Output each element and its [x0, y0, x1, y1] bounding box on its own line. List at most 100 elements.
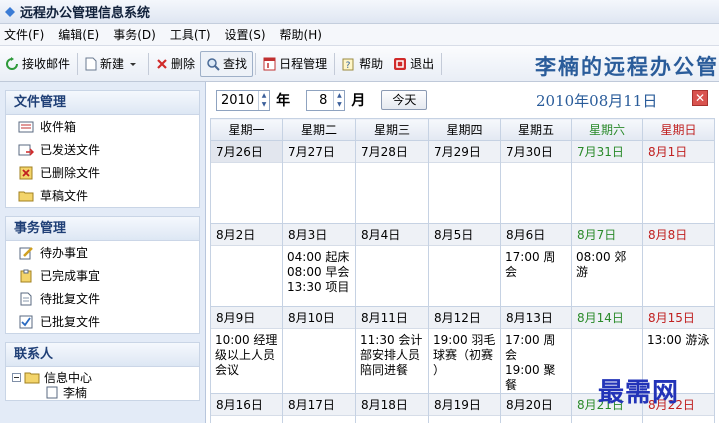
folder-icon: [24, 372, 40, 384]
month-stepper-arrows[interactable]: ▲ ▼: [333, 90, 344, 110]
sidebar-item-completed[interactable]: 已完成事宜: [6, 264, 199, 287]
sidebar-item-label: 已批复文件: [40, 315, 101, 329]
day-cell[interactable]: 7月30日: [500, 140, 572, 224]
year-value[interactable]: 2010: [217, 93, 258, 108]
checked-document-icon: [19, 315, 33, 328]
day-cell[interactable]: 8月3日 04:00 起床 08:00 早会 13:30 项目: [282, 223, 356, 307]
event-text[interactable]: 17:00 周会: [505, 250, 567, 280]
exit-button[interactable]: 退出: [388, 51, 439, 77]
day-cell[interactable]: 8月8日: [642, 223, 715, 307]
day-cell[interactable]: 8月13日 17:00 周会 19:00 聚餐: [500, 306, 572, 394]
contacts-title[interactable]: 联系人: [6, 343, 199, 367]
day-cell[interactable]: 7月28日: [355, 140, 429, 224]
year-stepper[interactable]: 2010 ▲ ▼: [216, 89, 271, 111]
event-text[interactable]: 08:00 早会: [287, 265, 351, 280]
day-cell[interactable]: 8月9日 10:00 经理 级以上人员 会议: [210, 306, 283, 394]
day-cell[interactable]: 8月7日 08:00 郊游: [571, 223, 643, 307]
refresh-icon: [6, 56, 18, 70]
sidebar-item-pending-reply[interactable]: 待批复文件: [6, 287, 199, 310]
day-date-label: 8月2日: [211, 224, 282, 246]
day-cell[interactable]: 8月12日 19:00 羽毛 球赛（初赛）: [428, 306, 501, 394]
toolbar-separator: [255, 52, 257, 75]
day-cell[interactable]: 7月31日: [571, 140, 643, 224]
new-label: 新建: [100, 57, 125, 71]
close-button[interactable]: ✕: [692, 90, 708, 106]
schedule-button[interactable]: 日程管理: [258, 51, 332, 77]
chevron-up-icon[interactable]: ▲: [334, 91, 344, 101]
event-text[interactable]: 陪同进餐: [360, 363, 424, 378]
day-date-label: 8月6日: [501, 224, 571, 246]
today-button[interactable]: 今天: [381, 90, 428, 110]
menu-tools[interactable]: 工具(T): [166, 26, 221, 43]
sidebar-item-sent[interactable]: 已发送文件: [6, 138, 199, 161]
event-text[interactable]: 部安排人员: [360, 348, 424, 363]
day-cell[interactable]: 8月6日 17:00 周会: [500, 223, 572, 307]
menu-edit[interactable]: 编辑(E): [54, 26, 109, 43]
event-text[interactable]: 17:00 周会: [505, 333, 567, 363]
event-text[interactable]: 13:30 项目: [287, 280, 351, 295]
event-text[interactable]: ）: [433, 363, 496, 378]
toolbar-separator: [77, 52, 79, 75]
clipboard-icon: [20, 269, 32, 282]
month-value[interactable]: 8: [307, 93, 333, 108]
day-cell[interactable]: 8月4日: [355, 223, 429, 307]
menu-task[interactable]: 事务(D): [109, 26, 166, 43]
task-management-title[interactable]: 事务管理: [6, 217, 199, 241]
help-label: 帮助: [359, 57, 384, 71]
event-text[interactable]: 级以上人员: [215, 348, 278, 363]
delete-button[interactable]: 删除: [151, 51, 200, 77]
menu-settings[interactable]: 设置(S): [221, 26, 276, 43]
tree-node-contact[interactable]: 李楠: [12, 385, 199, 400]
contacts-panel: 联系人 信息中心 李楠: [5, 342, 200, 401]
tree-node-label: 李楠: [63, 386, 88, 400]
event-text[interactable]: 13:00 游泳: [647, 333, 710, 348]
sidebar-item-deleted[interactable]: 已删除文件: [6, 161, 199, 184]
receive-mail-button[interactable]: 接收邮件: [0, 51, 75, 77]
sidebar-item-inbox[interactable]: 收件箱: [6, 115, 199, 138]
chevron-up-icon[interactable]: ▲: [259, 91, 269, 101]
menu-bar: 文件(F) 编辑(E) 事务(D) 工具(T) 设置(S) 帮助(H): [0, 24, 719, 46]
chevron-down-icon[interactable]: ▼: [259, 100, 269, 110]
day-cell[interactable]: 7月29日: [428, 140, 501, 224]
event-text[interactable]: 11:30 会计: [360, 333, 424, 348]
sidebar-item-label: 已完成事宜: [40, 269, 101, 283]
find-button[interactable]: 查找: [200, 50, 254, 77]
weekday-header: 星期一: [210, 118, 283, 141]
month-stepper[interactable]: 8 ▲ ▼: [306, 89, 346, 111]
chevron-down-icon[interactable]: ▼: [334, 100, 344, 110]
task-management-panel: 事务管理 待办事宜 已完成事宜 待批复文件 已批复文件: [5, 216, 200, 334]
event-text[interactable]: 08:00 郊游: [576, 250, 638, 280]
event-text[interactable]: 10:00 经理: [215, 333, 278, 348]
day-cell[interactable]: 8月2日: [210, 223, 283, 307]
event-text[interactable]: 会议: [215, 363, 278, 378]
menu-help[interactable]: 帮助(H): [276, 26, 332, 43]
new-button[interactable]: 新建: [80, 51, 146, 77]
sidebar-item-label: 已发送文件: [40, 143, 101, 157]
sidebar-item-todo[interactable]: 待办事宜: [6, 241, 199, 264]
day-cell[interactable]: 8月11日 11:30 会计 部安排人员 陪同进餐: [355, 306, 429, 394]
day-cell[interactable]: 7月27日: [282, 140, 356, 224]
day-cell[interactable]: 8月18日: [355, 393, 429, 423]
sidebar-item-drafts[interactable]: 草稿文件: [6, 184, 199, 207]
event-text[interactable]: 04:00 起床: [287, 250, 351, 265]
year-stepper-arrows[interactable]: ▲ ▼: [258, 90, 269, 110]
sidebar-item-replied[interactable]: 已批复文件: [6, 310, 199, 333]
day-cell[interactable]: 8月10日: [282, 306, 356, 394]
menu-file[interactable]: 文件(F): [0, 26, 54, 43]
new-document-icon: [85, 57, 97, 70]
file-management-title[interactable]: 文件管理: [6, 91, 199, 115]
day-cell[interactable]: 8月1日: [642, 140, 715, 224]
tree-expand-icon[interactable]: [12, 373, 21, 382]
day-cell[interactable]: 8月20日: [500, 393, 572, 423]
event-text[interactable]: 19:00 聚餐: [505, 363, 567, 393]
event-text[interactable]: 球赛（初赛: [433, 348, 496, 363]
day-cell[interactable]: 8月16日: [210, 393, 283, 423]
event-text[interactable]: 19:00 羽毛: [433, 333, 496, 348]
tree-node-info-center[interactable]: 信息中心: [12, 370, 199, 385]
help-button[interactable]: ? 帮助: [337, 51, 388, 77]
day-cell[interactable]: 7月26日: [210, 140, 283, 224]
window-title: 远程办公管理信息系统: [20, 6, 151, 21]
day-cell[interactable]: 8月5日: [428, 223, 501, 307]
day-cell[interactable]: 8月17日: [282, 393, 356, 423]
day-cell[interactable]: 8月19日: [428, 393, 501, 423]
